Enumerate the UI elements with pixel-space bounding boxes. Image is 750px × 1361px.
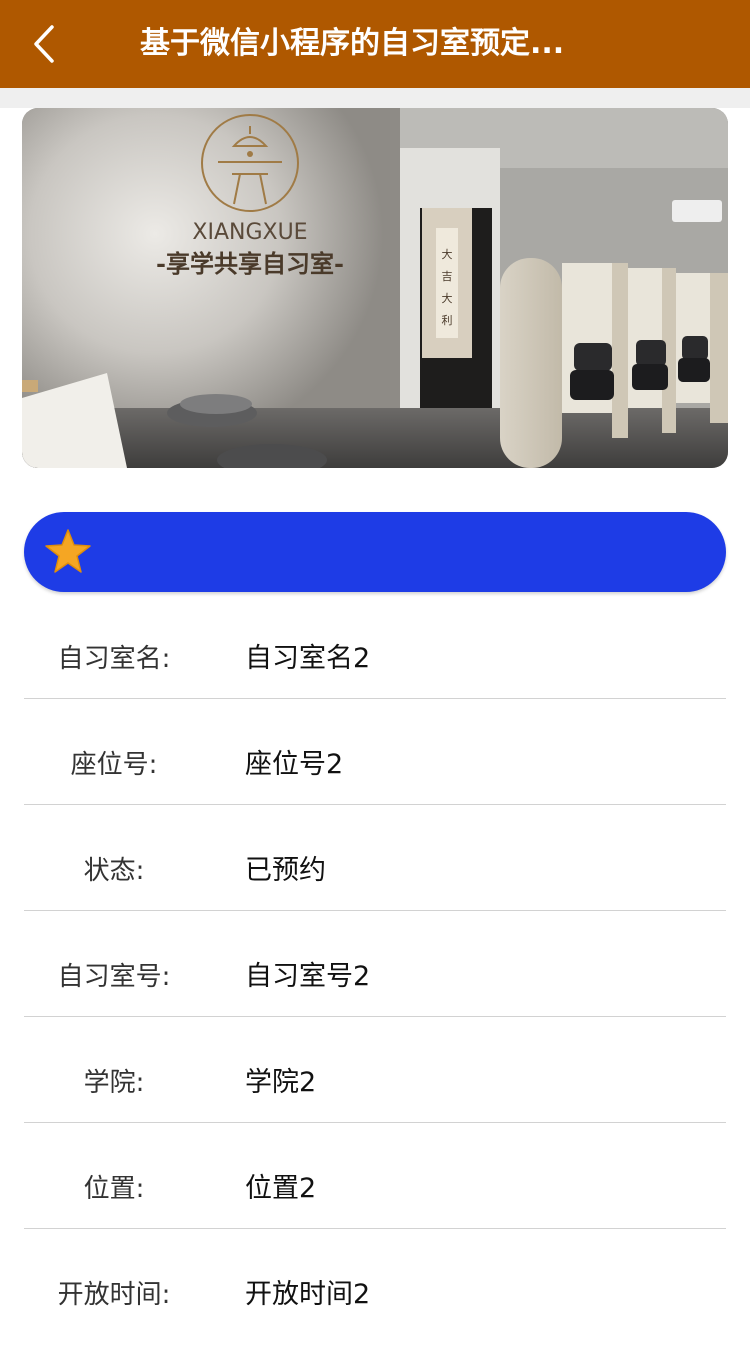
detail-label: 学院: — [83, 1068, 145, 1098]
detail-value: 自习室名2 — [245, 643, 371, 674]
detail-value: 开放时间2 — [245, 1279, 371, 1310]
svg-text:大: 大 — [442, 247, 453, 261]
detail-value: 学院2 — [245, 1067, 317, 1098]
detail-list: 自习室名: 自习室名2 座位号: 座位号2 状态: 已预约 自习室号: 自习室号… — [24, 593, 726, 1334]
page-title: 基于微信小程序的自习室预定... — [140, 26, 565, 61]
banner-logo-text: XIANGXUE — [192, 220, 307, 245]
detail-value: 位置2 — [245, 1173, 317, 1204]
section-header-bar — [24, 512, 726, 592]
nav-header: 基于微信小程序的自习室预定... — [0, 0, 750, 88]
detail-row-college: 学院: 学院2 — [24, 1017, 726, 1123]
detail-value: 座位号2 — [245, 749, 344, 780]
status-value: 已预约 — [245, 855, 326, 886]
study-room-banner-image: 大 吉 大 利 XIANGXUE -享学共享自习室- — [22, 108, 728, 468]
chevron-left-icon — [34, 25, 54, 63]
detail-row-room-name: 自习室名: 自习室名2 — [24, 593, 726, 699]
detail-label: 位置: — [83, 1174, 145, 1204]
detail-row-room-number: 自习室号: 自习室号2 — [24, 911, 726, 1017]
detail-row-location: 位置: 位置2 — [24, 1123, 726, 1229]
svg-text:利: 利 — [442, 314, 453, 327]
back-button[interactable] — [22, 22, 66, 66]
detail-label: 自习室名: — [57, 644, 171, 674]
detail-row-seat-number: 座位号: 座位号2 — [24, 699, 726, 805]
detail-label: 自习室号: — [57, 962, 171, 992]
banner-logo-subtitle: -享学共享自习室- — [156, 249, 344, 278]
detail-label: 座位号: — [70, 750, 158, 780]
detail-row-status: 状态: 已预约 — [24, 805, 726, 911]
svg-text:大: 大 — [442, 291, 453, 305]
svg-text:吉: 吉 — [442, 270, 453, 283]
detail-row-open-time: 开放时间: 开放时间2 — [24, 1229, 726, 1334]
header-divider — [0, 88, 750, 108]
star-icon — [45, 529, 91, 573]
detail-value: 自习室号2 — [245, 961, 371, 992]
detail-label: 状态: — [83, 856, 145, 886]
detail-label: 开放时间: — [57, 1280, 171, 1310]
